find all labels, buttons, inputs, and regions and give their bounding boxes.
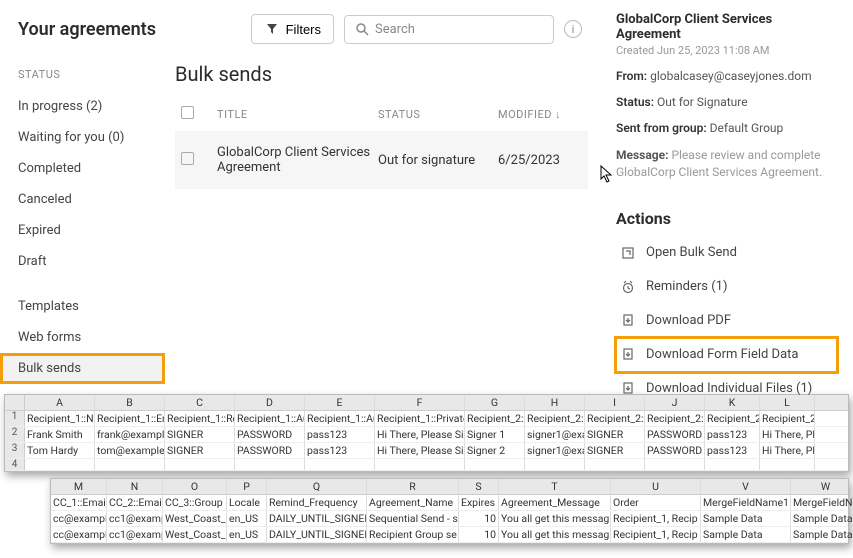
clock-icon <box>620 279 636 295</box>
action-download-individual-files[interactable]: Download Individual Files (1) <box>616 372 837 406</box>
action-download-form-field-data[interactable]: Download Form Field Data <box>616 338 837 372</box>
sheet-row: cc@example cc1@exampl West_Coast_E en_US… <box>51 527 848 543</box>
action-label: Download PDF <box>646 313 731 328</box>
content-heading: Bulk sends <box>175 62 588 86</box>
filters-label: Filters <box>286 22 321 37</box>
detail-title: GlobalCorp Client Services Agreement <box>616 12 837 42</box>
sheet-row: 2 Frank Smith frank@example.co SIGNER PA… <box>5 427 848 443</box>
action-label: Download Individual Files (1) <box>646 381 812 396</box>
status-value: Out for Signature <box>657 95 748 109</box>
info-icon[interactable]: i <box>564 20 582 38</box>
spreadsheet-1: A B C D E F G H I J K L 1 Recipient_1::N… <box>4 394 849 472</box>
detail-created: Created Jun 25, 2023 11:08 AM <box>616 44 837 57</box>
group-value: Default Group <box>710 121 784 135</box>
message-label: Message: <box>616 148 668 162</box>
sidebar-item-canceled[interactable]: Canceled <box>0 184 165 215</box>
sort-desc-icon: ↓ <box>555 108 561 121</box>
col-modified[interactable]: MODIFIED↓ <box>498 108 582 121</box>
table-header: TITLE STATUS MODIFIED↓ <box>175 98 588 131</box>
sidebar-item-completed[interactable]: Completed <box>0 153 165 184</box>
from-label: From: <box>616 69 647 83</box>
sidebar-item-templates[interactable]: Templates <box>0 291 165 322</box>
table-row[interactable]: GlobalCorp Client Services Agreement Out… <box>175 131 588 189</box>
col-title[interactable]: TITLE <box>217 108 378 121</box>
sheet-row: 3 Tom Hardy tom@example.co SIGNER PASSWO… <box>5 443 848 459</box>
group-label: Sent from group: <box>616 121 707 135</box>
sidebar-item-in-progress[interactable]: In progress (2) <box>0 91 165 122</box>
col-status[interactable]: STATUS <box>378 108 498 121</box>
sidebar-item-waiting[interactable]: Waiting for you (0) <box>0 122 165 153</box>
search-placeholder: Search <box>375 22 415 37</box>
page-title: Your agreements <box>18 19 251 40</box>
download-data-icon <box>620 347 636 363</box>
sidebar-item-bulk-sends[interactable]: Bulk sends <box>0 353 165 384</box>
row-modified: 6/25/2023 <box>498 153 582 168</box>
sidebar-item-expired[interactable]: Expired <box>0 215 165 246</box>
detail-panel: GlobalCorp Client Services Agreement Cre… <box>600 0 853 392</box>
sheet-row: cc@example cc1@exampl West_Coast_E en_US… <box>51 511 848 527</box>
row-checkbox[interactable] <box>181 152 194 165</box>
status-label: Status: <box>616 95 654 109</box>
from-value: globalcasey@caseyjones.dom <box>650 69 812 83</box>
search-icon <box>355 22 369 36</box>
download-icon <box>620 313 636 329</box>
search-input[interactable]: Search <box>344 15 554 44</box>
open-icon <box>620 245 636 261</box>
sidebar-status-label: STATUS <box>0 62 165 91</box>
action-label: Open Bulk Send <box>646 245 737 260</box>
select-all-checkbox[interactable] <box>181 106 194 119</box>
sidebar-item-draft[interactable]: Draft <box>0 246 165 277</box>
action-open-bulk-send[interactable]: Open Bulk Send <box>616 236 837 270</box>
row-status: Out for signature <box>378 153 498 168</box>
sheet-header-row: 1 Recipient_1::Name Recipient_1::Email R… <box>5 411 848 427</box>
sidebar-item-web-forms[interactable]: Web forms <box>0 322 165 353</box>
row-title: GlobalCorp Client Services Agreement <box>217 145 378 175</box>
action-reminders[interactable]: Reminders (1) <box>616 270 837 304</box>
spreadsheet-2: M N O P Q R S T U V W CC_1::Email CC_2::… <box>50 478 849 544</box>
sheet-header-row: CC_1::Email CC_2::Email CC_3::Group Loca… <box>51 495 848 511</box>
download-files-icon <box>620 381 636 397</box>
action-label: Reminders (1) <box>646 279 728 294</box>
action-download-pdf[interactable]: Download PDF <box>616 304 837 338</box>
filters-button[interactable]: Filters <box>251 14 334 44</box>
sidebar: STATUS In progress (2) Waiting for you (… <box>0 54 165 384</box>
sheet-row: 4 <box>5 459 848 471</box>
actions-heading: Actions <box>616 209 837 228</box>
action-label: Download Form Field Data <box>646 347 798 362</box>
filter-icon <box>264 21 280 37</box>
